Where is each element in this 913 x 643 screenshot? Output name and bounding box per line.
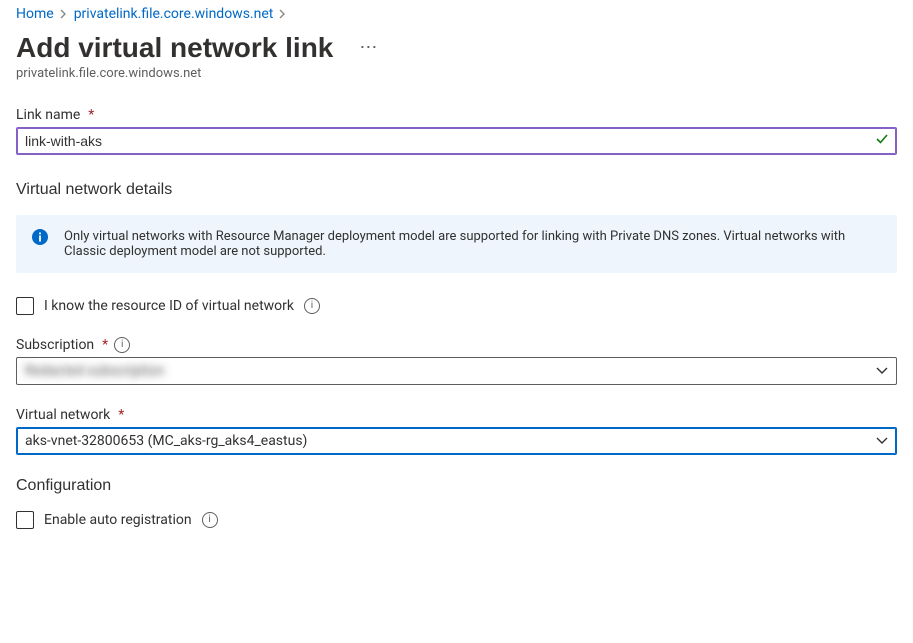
required-marker: * — [102, 337, 108, 353]
page-subtitle: privatelink.file.core.windows.net — [16, 66, 897, 81]
subscription-value: Redacted subscription — [25, 363, 164, 379]
breadcrumb-home[interactable]: Home — [16, 6, 54, 22]
link-name-input[interactable] — [16, 127, 897, 155]
info-banner: Only virtual networks with Resource Mana… — [16, 215, 897, 273]
configuration-heading: Configuration — [16, 477, 897, 495]
breadcrumb-zone[interactable]: privatelink.file.core.windows.net — [74, 6, 274, 22]
page-title: Add virtual network link — [16, 32, 333, 64]
chevron-right-icon — [279, 9, 287, 19]
more-actions-button[interactable]: ⋯ — [353, 35, 383, 61]
required-marker: * — [118, 407, 124, 423]
info-icon[interactable]: i — [202, 512, 218, 528]
vnet-label: Virtual network — [16, 407, 110, 423]
checkmark-icon — [875, 132, 889, 150]
auto-registration-label: Enable auto registration — [44, 512, 192, 528]
resource-id-checkbox-label: I know the resource ID of virtual networ… — [44, 298, 294, 314]
info-banner-text: Only virtual networks with Resource Mana… — [64, 229, 845, 259]
vnet-value: aks-vnet-32800653 (MC_aks-rg_aks4_eastus… — [25, 433, 307, 449]
subscription-label: Subscription — [16, 337, 94, 353]
resource-id-checkbox[interactable] — [16, 297, 34, 315]
link-name-label: Link name — [16, 107, 80, 123]
vnet-details-heading: Virtual network details — [16, 181, 897, 199]
chevron-down-icon — [876, 433, 888, 449]
subscription-dropdown[interactable]: Redacted subscription — [16, 357, 897, 385]
info-icon[interactable]: i — [114, 337, 130, 353]
auto-registration-checkbox[interactable] — [16, 511, 34, 529]
breadcrumb: Home privatelink.file.core.windows.net — [16, 6, 897, 22]
chevron-down-icon — [876, 363, 888, 379]
info-icon[interactable]: i — [304, 298, 320, 314]
info-icon — [32, 229, 48, 245]
required-marker: * — [88, 107, 94, 123]
chevron-right-icon — [60, 9, 68, 19]
vnet-dropdown[interactable]: aks-vnet-32800653 (MC_aks-rg_aks4_eastus… — [16, 427, 897, 455]
